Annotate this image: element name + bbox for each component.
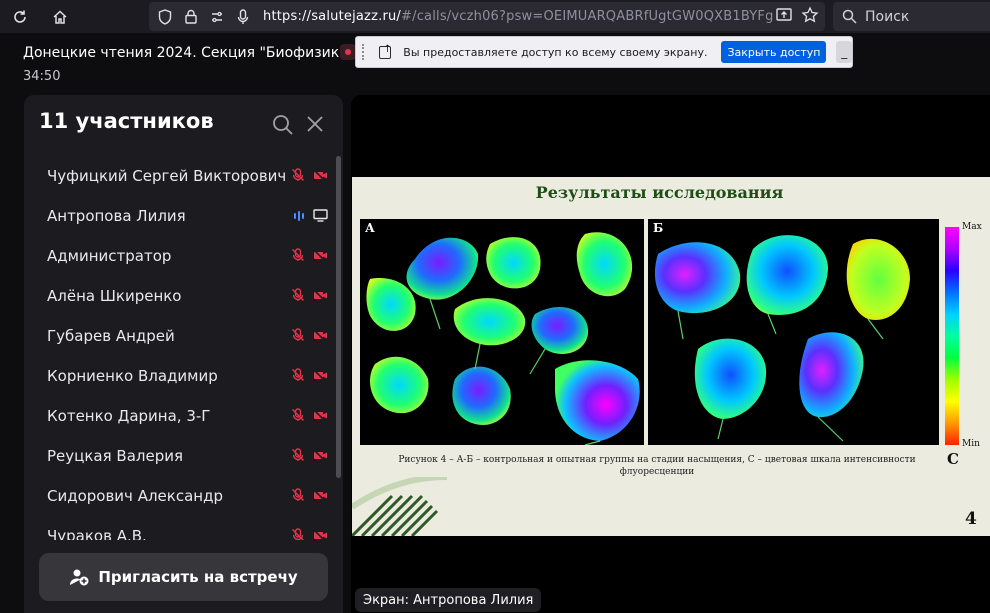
url-host: https://salutejazz.ru/ bbox=[263, 9, 402, 24]
participant-status-icons bbox=[291, 487, 328, 506]
mic-off-icon bbox=[291, 247, 305, 266]
leaf-image-panel-a: А bbox=[360, 219, 644, 445]
participant-status-icons bbox=[291, 447, 328, 466]
participant-row[interactable]: Сидорович Александр bbox=[24, 476, 336, 516]
presentation-slide: Результаты исследования А Б Max Min С Ри… bbox=[352, 177, 990, 536]
invite-button[interactable]: Пригласить на встречу bbox=[39, 553, 328, 601]
participants-list[interactable]: Чуфицкий Сергей Викторович Антропова Лили… bbox=[24, 156, 336, 540]
mic-off-icon bbox=[291, 287, 305, 306]
participant-status-icons bbox=[291, 247, 328, 266]
meeting-timer: 34:50 bbox=[23, 69, 61, 84]
mic-off-icon bbox=[291, 447, 305, 466]
search-icon bbox=[842, 9, 857, 24]
participant-row[interactable]: Чураков А.В. bbox=[24, 516, 336, 540]
permissions-icon[interactable] bbox=[207, 7, 227, 27]
decorative-stripes bbox=[352, 477, 447, 536]
participant-name: Алёна Шкиренко bbox=[47, 287, 182, 305]
camera-off-icon bbox=[312, 367, 328, 386]
camera-off-icon bbox=[312, 447, 328, 466]
participant-status-icons bbox=[291, 527, 328, 540]
mic-off-icon bbox=[291, 407, 305, 426]
share-screen-icon bbox=[379, 44, 392, 59]
participant-row[interactable]: Корниенко Владимир bbox=[24, 356, 336, 396]
camera-off-icon bbox=[312, 407, 328, 426]
mic-off-icon bbox=[291, 327, 305, 346]
participant-status-icons bbox=[291, 327, 328, 346]
slide-page-number: 4 bbox=[965, 509, 977, 529]
search-icon[interactable] bbox=[272, 114, 294, 136]
colorbar-max-label: Max bbox=[962, 222, 982, 232]
figure-caption: Рисунок 4 – А-Б – контрольная и опытная … bbox=[398, 455, 916, 477]
participant-row[interactable]: Котенко Дарина, 3-Г bbox=[24, 396, 336, 436]
lock-icon[interactable] bbox=[181, 7, 201, 27]
participant-name: Сидорович Александр bbox=[47, 487, 223, 505]
stop-sharing-button[interactable]: Закрыть доступ bbox=[721, 41, 827, 63]
refresh-icon[interactable] bbox=[9, 6, 31, 28]
participant-name: Антропова Лилия bbox=[47, 207, 186, 225]
participant-row[interactable]: Губарев Андрей bbox=[24, 316, 336, 356]
url-path: #/calls/vczh06?psw=OEIMUARQABRfUgtGW0QXB… bbox=[401, 9, 774, 24]
shield-icon[interactable] bbox=[155, 7, 175, 27]
mic-off-icon bbox=[291, 487, 305, 506]
camera-off-icon bbox=[312, 527, 328, 540]
drag-handle-icon[interactable] bbox=[362, 44, 365, 60]
participant-row[interactable]: Администратор bbox=[24, 236, 336, 276]
participant-row[interactable]: Реуцкая Валерия bbox=[24, 436, 336, 476]
participant-row[interactable]: Чуфицкий Сергей Викторович bbox=[24, 156, 336, 196]
participant-name: Губарев Андрей bbox=[47, 327, 175, 345]
participant-name: Реуцкая Валерия bbox=[47, 447, 183, 465]
participant-status-icons bbox=[291, 167, 328, 186]
speaking-indicator-icon bbox=[293, 207, 305, 226]
share-banner-text: Вы предоставляете доступ ко всему своему… bbox=[403, 45, 708, 59]
microphone-icon[interactable] bbox=[233, 7, 253, 27]
participants-title: 11 участников bbox=[39, 109, 214, 133]
recording-indicator-icon bbox=[340, 44, 356, 60]
fluorescence-colorbar bbox=[945, 227, 959, 445]
add-user-icon bbox=[70, 569, 89, 586]
screen-sharing-icon bbox=[313, 207, 328, 226]
participant-status-icons bbox=[293, 207, 328, 226]
meeting-title: Донецкие чтения 2024. Секция "Биофизика" bbox=[23, 45, 355, 61]
participant-name: Корниенко Владимир bbox=[47, 367, 218, 385]
leaf-image-panel-b: Б bbox=[648, 219, 939, 445]
camera-off-icon bbox=[312, 167, 328, 186]
shared-screen-stage[interactable]: Результаты исследования А Б Max Min С Ри… bbox=[351, 95, 990, 613]
participant-name: Котенко Дарина, 3-Г bbox=[47, 407, 211, 425]
screen-share-banner: Вы предоставляете доступ ко всему своему… bbox=[355, 36, 853, 68]
mic-off-icon bbox=[291, 367, 305, 386]
participant-status-icons bbox=[291, 407, 328, 426]
address-bar[interactable]: https://salutejazz.ru/#/calls/vczh06?psw… bbox=[149, 2, 825, 31]
panel-b-label: Б bbox=[653, 221, 664, 235]
mic-off-icon bbox=[291, 167, 305, 186]
colorbar-panel-label: С bbox=[947, 450, 959, 468]
close-icon[interactable] bbox=[306, 115, 324, 133]
participant-row[interactable]: Алёна Шкиренко bbox=[24, 276, 336, 316]
participant-status-icons bbox=[291, 287, 328, 306]
colorbar-min-label: Min bbox=[962, 439, 980, 449]
panel-a-label: А bbox=[365, 221, 375, 235]
invite-label: Пригласить на встречу bbox=[98, 568, 298, 586]
slide-title: Результаты исследования bbox=[535, 183, 784, 202]
home-icon[interactable] bbox=[49, 6, 71, 28]
search-placeholder: Поиск bbox=[865, 8, 910, 25]
participant-name: Администратор bbox=[47, 247, 172, 265]
participant-name: Чураков А.В. bbox=[47, 527, 147, 540]
screen-owner-label: Экран: Антропова Лилия bbox=[355, 588, 542, 612]
url-text[interactable]: https://salutejazz.ru/#/calls/vczh06?psw… bbox=[263, 9, 774, 24]
mic-off-icon bbox=[291, 527, 305, 540]
camera-off-icon bbox=[312, 247, 328, 266]
participant-row[interactable]: Антропова Лилия bbox=[24, 196, 336, 236]
minimize-banner-button[interactable]: _ bbox=[836, 41, 852, 63]
camera-off-icon bbox=[312, 287, 328, 306]
scrollbar[interactable] bbox=[336, 156, 341, 478]
bookmark-star-icon[interactable] bbox=[801, 6, 819, 28]
browser-search-box[interactable]: Поиск bbox=[833, 2, 990, 31]
camera-off-icon bbox=[312, 487, 328, 506]
participant-status-icons bbox=[291, 367, 328, 386]
participants-panel: 11 участников Чуфицкий Сергей Викторович… bbox=[24, 95, 343, 613]
screen-share-indicator-icon[interactable] bbox=[775, 6, 793, 28]
camera-off-icon bbox=[312, 327, 328, 346]
participant-name: Чуфицкий Сергей Викторович bbox=[47, 167, 287, 185]
